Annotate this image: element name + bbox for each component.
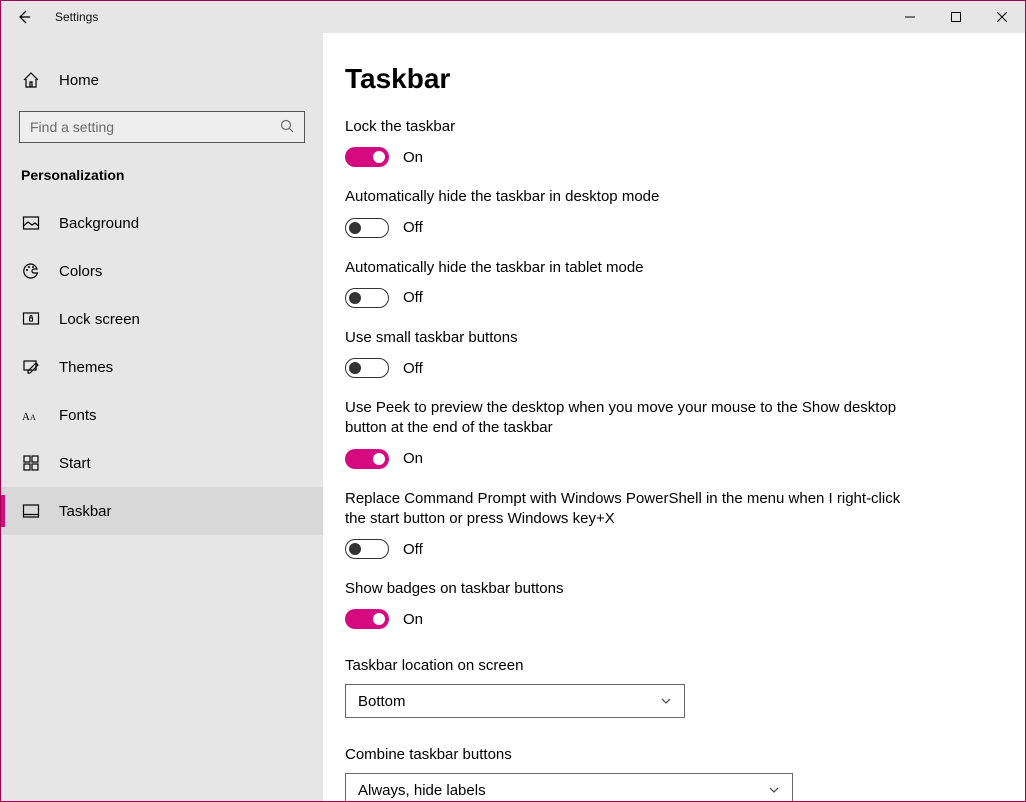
sidebar-item-colors[interactable]: Colors	[1, 247, 323, 295]
setting-label: Automatically hide the taskbar in deskto…	[345, 187, 905, 207]
start-icon	[21, 454, 41, 472]
setting-label: Use Peek to preview the desktop when you…	[345, 398, 905, 439]
toggle-state: Off	[403, 360, 423, 377]
setting-label: Use small taskbar buttons	[345, 328, 905, 348]
toggle-state: On	[403, 450, 423, 467]
toggle-row: On	[345, 609, 905, 629]
setting-label: Replace Command Prompt with Windows Powe…	[345, 489, 905, 530]
main-content: Taskbar Lock the taskbar On Automatically …	[323, 33, 1025, 801]
sidebar-item-label: Background	[59, 215, 139, 232]
sidebar-item-start[interactable]: Start	[1, 439, 323, 487]
maximize-icon	[951, 12, 961, 22]
auto-hide-tablet-toggle[interactable]	[345, 288, 389, 308]
toggle-state: On	[403, 149, 423, 166]
toggle-row: On	[345, 449, 905, 469]
lock-taskbar-toggle[interactable]	[345, 147, 389, 167]
sidebar-item-label: Lock screen	[59, 311, 140, 328]
svg-text:A: A	[30, 413, 36, 422]
setting-peek: Use Peek to preview the desktop when you…	[345, 398, 905, 469]
setting-badges: Show badges on taskbar buttons On	[345, 579, 905, 629]
toggle-state: Off	[403, 541, 423, 558]
background-icon	[21, 214, 41, 232]
sidebar-item-lockscreen[interactable]: Lock screen	[1, 295, 323, 343]
search-input[interactable]	[19, 111, 305, 143]
taskbar-location-label: Taskbar location on screen	[345, 657, 1003, 674]
sidebar-item-label: Start	[59, 455, 91, 472]
sidebar-item-fonts[interactable]: AA Fonts	[1, 391, 323, 439]
taskbar-icon	[21, 502, 41, 520]
toggle-state: Off	[403, 219, 423, 236]
peek-toggle[interactable]	[345, 449, 389, 469]
sidebar: Home Personalization Background Colors Loc…	[1, 33, 323, 801]
maximize-button[interactable]	[933, 1, 979, 33]
toggle-row: Off	[345, 218, 905, 238]
sidebar-item-themes[interactable]: Themes	[1, 343, 323, 391]
svg-text:A: A	[22, 411, 30, 422]
minimize-button[interactable]	[887, 1, 933, 33]
setting-auto-hide-desktop: Automatically hide the taskbar in deskto…	[345, 187, 905, 237]
sidebar-item-label: Taskbar	[59, 503, 112, 520]
toggle-state: On	[403, 611, 423, 628]
toggle-state: Off	[403, 289, 423, 306]
combine-buttons-value: Always, hide labels	[358, 782, 486, 799]
home-label: Home	[59, 72, 99, 89]
sidebar-item-taskbar[interactable]: Taskbar	[1, 487, 323, 535]
minimize-icon	[905, 12, 915, 22]
small-buttons-toggle[interactable]	[345, 358, 389, 378]
chevron-down-icon	[660, 695, 672, 707]
home-nav[interactable]: Home	[1, 57, 323, 103]
close-icon	[997, 12, 1007, 22]
sidebar-item-label: Colors	[59, 263, 102, 280]
fonts-icon: AA	[21, 408, 41, 422]
taskbar-location-value: Bottom	[358, 693, 406, 710]
sidebar-item-label: Themes	[59, 359, 113, 376]
sidebar-item-label: Fonts	[59, 407, 97, 424]
auto-hide-desktop-toggle[interactable]	[345, 218, 389, 238]
toggle-row: Off	[345, 539, 905, 559]
colors-icon	[21, 262, 41, 280]
arrow-left-icon	[16, 9, 32, 25]
toggle-row: Off	[345, 358, 905, 378]
toggle-row: Off	[345, 288, 905, 308]
setting-label: Show badges on taskbar buttons	[345, 579, 905, 599]
sidebar-item-background[interactable]: Background	[1, 199, 323, 247]
home-icon	[21, 71, 41, 89]
replace-cmd-toggle[interactable]	[345, 539, 389, 559]
window-controls	[887, 1, 1025, 33]
lockscreen-icon	[21, 310, 41, 328]
badges-toggle[interactable]	[345, 609, 389, 629]
toggle-row: On	[345, 147, 905, 167]
combine-buttons-label: Combine taskbar buttons	[345, 746, 1003, 763]
setting-lock-taskbar: Lock the taskbar On	[345, 117, 905, 167]
close-button[interactable]	[979, 1, 1025, 33]
back-button[interactable]	[1, 1, 47, 33]
setting-label: Lock the taskbar	[345, 117, 905, 137]
themes-icon	[21, 358, 41, 376]
category-header: Personalization	[1, 161, 323, 199]
page-title: Taskbar	[345, 63, 1003, 95]
nav-list: Background Colors Lock screen Themes AA Fonts…	[1, 199, 323, 535]
search-container	[19, 111, 305, 143]
taskbar-location-select[interactable]: Bottom	[345, 684, 685, 718]
title-bar: Settings	[1, 1, 1025, 33]
setting-small-buttons: Use small taskbar buttons Off	[345, 328, 905, 378]
setting-label: Automatically hide the taskbar in tablet…	[345, 258, 905, 278]
combine-buttons-select[interactable]: Always, hide labels	[345, 773, 793, 801]
setting-auto-hide-tablet: Automatically hide the taskbar in tablet…	[345, 258, 905, 308]
window-title: Settings	[47, 10, 887, 24]
setting-replace-cmd: Replace Command Prompt with Windows Powe…	[345, 489, 905, 560]
chevron-down-icon	[768, 784, 780, 796]
